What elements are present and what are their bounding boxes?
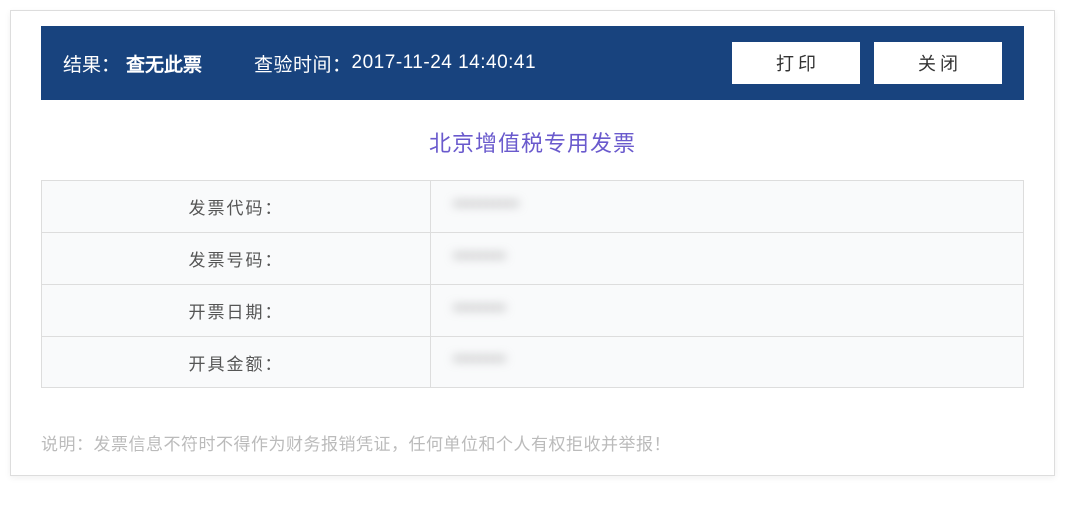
field-value-amount: ******** bbox=[431, 336, 1024, 388]
field-value-issue-date: ******** bbox=[431, 284, 1024, 336]
field-label-invoice-code: 发票代码： bbox=[41, 180, 431, 232]
notice-text: 说明：发票信息不符时不得作为财务报销凭证，任何单位和个人有权拒收并举报！ bbox=[41, 430, 1024, 455]
field-value-invoice-code: ********** bbox=[431, 180, 1024, 232]
result-value: 查无此票 bbox=[126, 50, 202, 77]
field-row: 开票日期： ******** bbox=[41, 284, 1024, 336]
blurred-value: ******** bbox=[453, 249, 506, 268]
close-button[interactable]: 关闭 bbox=[874, 42, 1002, 84]
result-block: 结果： 查无此票 bbox=[63, 50, 202, 77]
result-panel: 结果： 查无此票 查验时间： 2017-11-24 14:40:41 打印 关闭… bbox=[10, 10, 1055, 476]
field-label-invoice-number: 发票号码： bbox=[41, 232, 431, 284]
field-value-invoice-number: ******** bbox=[431, 232, 1024, 284]
check-time-label: 查验时间： bbox=[254, 50, 352, 77]
blurred-value: ******** bbox=[453, 352, 506, 371]
field-label-issue-date: 开票日期： bbox=[41, 284, 431, 336]
field-label-amount: 开具金额： bbox=[41, 336, 431, 388]
invoice-fields-table: 发票代码： ********** 发票号码： ******** 开票日期： **… bbox=[41, 180, 1024, 388]
field-row: 发票代码： ********** bbox=[41, 180, 1024, 232]
check-time-block: 查验时间： 2017-11-24 14:40:41 bbox=[254, 50, 536, 77]
button-group: 打印 关闭 bbox=[732, 42, 1002, 84]
field-row: 发票号码： ******** bbox=[41, 232, 1024, 284]
blurred-value: ******** bbox=[453, 301, 506, 320]
print-button[interactable]: 打印 bbox=[732, 42, 860, 84]
invoice-title: 北京增值税专用发票 bbox=[41, 126, 1024, 158]
check-time-value: 2017-11-24 14:40:41 bbox=[352, 52, 537, 74]
field-row: 开具金额： ******** bbox=[41, 336, 1024, 388]
blurred-value: ********** bbox=[453, 197, 519, 216]
result-label: 结果： bbox=[63, 50, 120, 77]
header-bar: 结果： 查无此票 查验时间： 2017-11-24 14:40:41 打印 关闭 bbox=[41, 26, 1024, 100]
